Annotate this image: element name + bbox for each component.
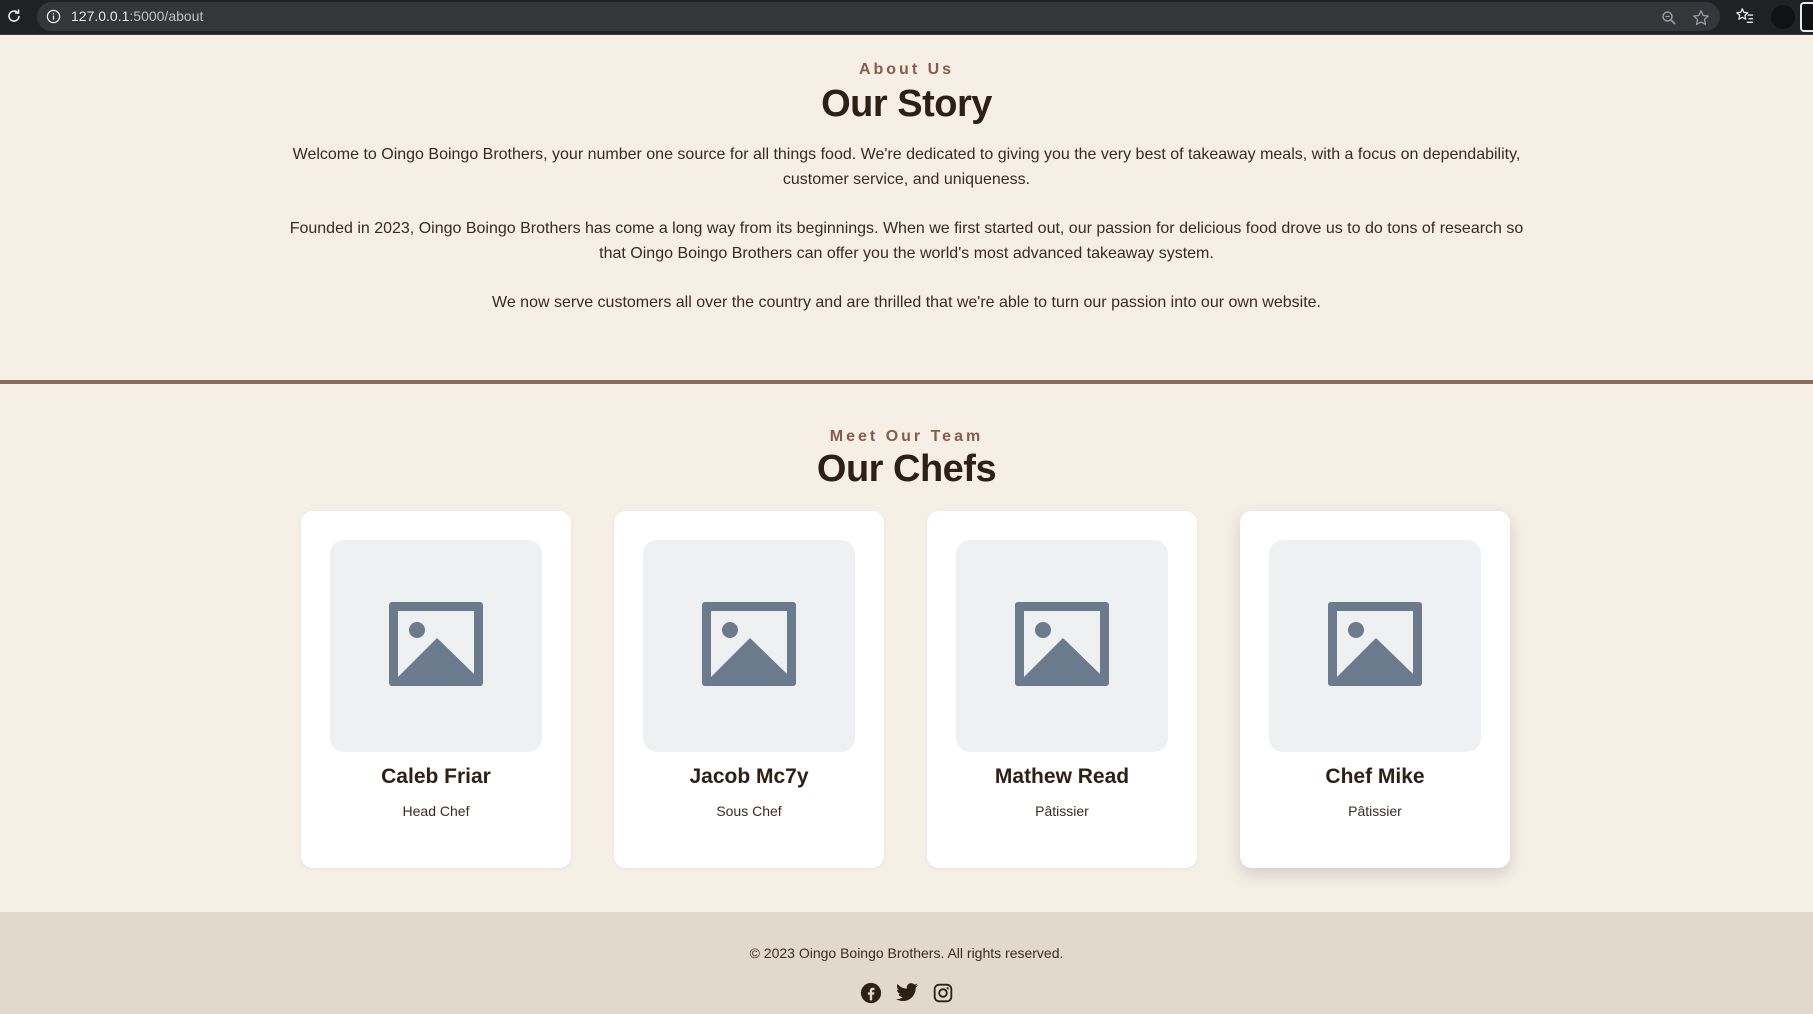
reload-icon[interactable] [2,4,26,28]
about-section: About Us Our Story Welcome to Oingo Boin… [0,36,1813,382]
browser-toolbar: 127.0.0.1:5000/about [0,0,1813,35]
image-placeholder-icon [389,601,483,691]
url-host: 127.0.0.1 [71,8,130,24]
image-placeholder-icon [1015,601,1109,691]
bookmarks-list-icon[interactable] [1735,6,1755,26]
facebook-icon[interactable] [859,981,883,1005]
chef-card[interactable]: Mathew Read Pâtissier [927,511,1197,868]
chef-role: Head Chef [402,803,470,819]
image-placeholder-icon [1328,601,1422,691]
side-panel-icon[interactable] [1800,2,1813,32]
chef-card[interactable]: Jacob Mc7y Sous Chef [614,511,884,868]
profile-avatar[interactable] [1771,5,1795,29]
chef-photo [643,540,855,752]
story-paragraph: Founded in 2023, Oingo Boingo Brothers h… [289,220,1524,262]
about-eyebrow: About Us [858,61,955,78]
chef-photo [330,540,542,752]
chef-card[interactable]: Caleb Friar Head Chef [301,511,571,868]
instagram-icon[interactable] [931,981,955,1005]
twitter-icon[interactable] [895,981,919,1005]
chef-photo [956,540,1168,752]
chef-role: Sous Chef [716,803,782,819]
chef-name: Caleb Friar [381,765,491,788]
chef-name: Jacob Mc7y [689,765,809,788]
social-links [0,981,1813,1005]
zoom-icon[interactable] [1659,8,1679,28]
chef-name: Chef Mike [1325,765,1425,788]
bookmark-star-icon[interactable] [1691,8,1711,28]
site-info-icon[interactable] [45,8,62,25]
chef-name: Mathew Read [994,765,1130,788]
address-bar[interactable]: 127.0.0.1:5000/about [37,2,1720,31]
image-placeholder-icon [702,601,796,691]
team-eyebrow: Meet Our Team [829,428,984,445]
url-text: 127.0.0.1:5000/about [71,2,203,31]
chef-photo [1269,540,1481,752]
story-paragraph: Welcome to Oingo Boingo Brothers, your n… [292,146,1521,188]
site-footer: © 2023 Oingo Boingo Brothers. All rights… [0,912,1813,1014]
chef-card[interactable]: Chef Mike Pâtissier [1240,511,1510,868]
about-title: Our Story [821,83,992,125]
team-section: Meet Our Team Our Chefs Caleb Friar Head… [0,384,1813,912]
team-title: Our Chefs [816,448,997,490]
copyright-text: © 2023 Oingo Boingo Brothers. All rights… [749,945,1064,961]
url-path: :5000/about [129,8,204,24]
story-paragraph: We now serve customers all over the coun… [492,294,1321,311]
chef-role: Pâtissier [1035,803,1089,819]
chef-role: Pâtissier [1348,803,1402,819]
